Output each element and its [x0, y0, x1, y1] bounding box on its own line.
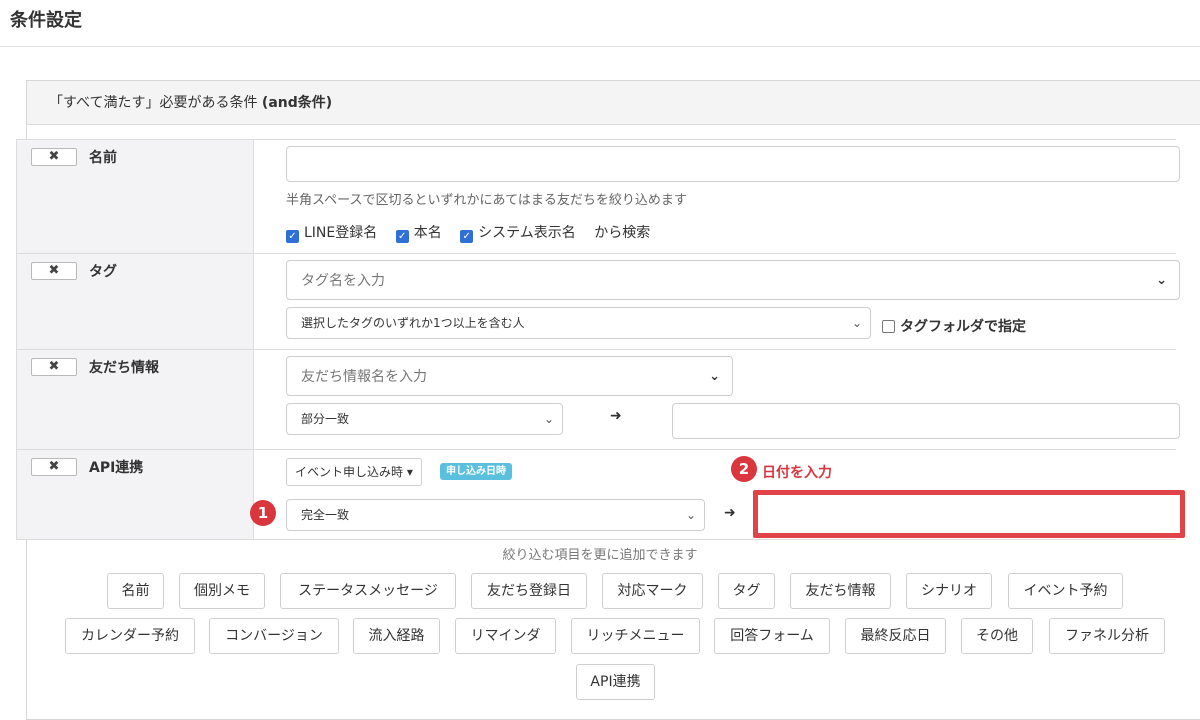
add-chip-last-reaction[interactable]: 最終反応日: [845, 618, 946, 654]
friend-info-match-select[interactable]: 部分一致 ⌄: [286, 403, 563, 435]
remove-tag-button[interactable]: ✖: [31, 262, 77, 280]
chevron-down-icon: ⌄: [709, 369, 720, 384]
add-chip-mark[interactable]: 対応マーク: [602, 573, 703, 609]
add-chip-other[interactable]: その他: [961, 618, 1033, 654]
tag-folder-checkbox[interactable]: タグフォルダで指定: [882, 316, 1026, 336]
add-chip-source[interactable]: 流入経路: [353, 618, 440, 654]
add-chip-calendar[interactable]: カレンダー予約: [65, 618, 195, 654]
chevron-down-icon: ⌄: [1156, 273, 1167, 288]
add-chip-form[interactable]: 回答フォーム: [714, 618, 830, 654]
api-match-select[interactable]: 完全一致 ⌄: [286, 499, 705, 531]
checkbox-icon: [882, 320, 895, 333]
chevron-down-icon: ⌄: [543, 412, 554, 426]
remove-name-button[interactable]: ✖: [31, 148, 77, 166]
chevron-down-icon: ⌄: [851, 316, 862, 330]
friend-info-input[interactable]: 友だち情報名を入力 ⌄: [286, 356, 733, 396]
check-icon: ✓: [286, 230, 299, 243]
check-icon: ✓: [460, 230, 474, 243]
page-title: 条件設定: [10, 10, 82, 31]
row-label-tag: タグ: [89, 264, 117, 280]
row-label-cell: ✖ タグ: [16, 254, 254, 349]
condition-row-tag: ✖ タグ タグ名を入力 ⌄ 選択したタグのいずれか1つ以上を含む人 ⌄ タグフォ…: [16, 254, 1180, 350]
panel-header-bold: (and条件): [261, 95, 333, 111]
name-search-options: ✓ LINE登録名 ✓ 本名 ✓ システム表示名 から検索: [286, 222, 650, 243]
date-input-highlighted[interactable]: [753, 490, 1185, 538]
name-help-text: 半角スペースで区切るといずれかにあてはまる友だちを絞り込めます: [286, 193, 687, 208]
remove-api-button[interactable]: ✖: [31, 458, 77, 476]
checkbox-label: LINE登録名: [304, 225, 378, 241]
tag-input[interactable]: タグ名を入力 ⌄: [286, 260, 1180, 300]
row-label-cell: ✖ API連携: [16, 450, 254, 539]
arrow-right-icon: ➜: [610, 408, 622, 424]
applied-date-badge: 申し込み日時: [440, 463, 512, 480]
event-trigger-button[interactable]: イベント申し込み時 ▾: [286, 458, 422, 486]
checkbox-label: システム表示名: [478, 225, 576, 241]
add-chip-friend-info[interactable]: 友だち情報: [790, 573, 891, 609]
check-icon: ✓: [395, 230, 409, 243]
friend-info-placeholder: 友だち情報名を入力: [301, 369, 427, 385]
add-chip-conversion[interactable]: コンバージョン: [209, 618, 339, 654]
condition-row-friend-info: ✖ 友だち情報 友だち情報名を入力 ⌄ 部分一致 ⌄ ➜: [16, 350, 1180, 450]
row-label-cell: ✖ 友だち情報: [16, 350, 254, 449]
remove-friend-info-button[interactable]: ✖: [31, 358, 77, 376]
add-chip-reminder[interactable]: リマインダ: [455, 618, 556, 654]
tag-match-select[interactable]: 選択したタグのいずれか1つ以上を含む人 ⌄: [286, 307, 871, 339]
chevron-down-icon: ⌄: [685, 508, 696, 522]
friend-info-value-input[interactable]: [672, 403, 1180, 439]
step-2-instruction: 日付を入力: [762, 465, 832, 481]
add-chip-funnel[interactable]: ファネル分析: [1049, 618, 1165, 654]
add-more-hint: 絞り込む項目を更に追加できます: [502, 548, 698, 563]
name-input[interactable]: [286, 146, 1180, 182]
add-chip-tag[interactable]: タグ: [718, 573, 775, 609]
row-label-api: API連携: [89, 460, 144, 476]
step-marker-1: 1: [250, 500, 276, 526]
row-label-name: 名前: [89, 150, 117, 166]
arrow-right-icon: ➜: [724, 505, 736, 521]
api-match-value: 完全一致: [301, 508, 350, 522]
add-chip-friend-date[interactable]: 友だち登録日: [471, 573, 587, 609]
step-marker-2: 2: [731, 456, 757, 482]
checks-suffix: から検索: [594, 225, 651, 241]
tag-match-value: 選択したタグのいずれか1つ以上を含む人: [301, 316, 525, 330]
tag-input-placeholder: タグ名を入力: [301, 273, 385, 289]
add-chip-memo[interactable]: 個別メモ: [179, 573, 265, 609]
checkbox-system-name[interactable]: ✓ システム表示名: [460, 225, 576, 243]
add-chip-api[interactable]: API連携: [576, 664, 655, 700]
panel-header: 「すべて満たす」必要がある条件 (and条件): [27, 81, 1200, 125]
checkbox-label: 本名: [413, 225, 442, 241]
add-chip-name[interactable]: 名前: [107, 573, 164, 609]
row-label-friend-info: 友だち情報: [89, 360, 159, 376]
checkbox-line-name[interactable]: ✓ LINE登録名: [286, 225, 378, 243]
add-chip-scenario[interactable]: シナリオ: [906, 573, 992, 609]
panel-header-text: 「すべて満たす」必要がある条件: [49, 95, 262, 111]
title-divider: [0, 46, 1200, 47]
friend-info-match-value: 部分一致: [301, 412, 350, 426]
checkbox-real-name[interactable]: ✓ 本名: [395, 225, 442, 243]
tag-folder-label: タグフォルダで指定: [900, 319, 1026, 335]
add-chip-rich-menu[interactable]: リッチメニュー: [571, 618, 700, 654]
row-label-cell: ✖ 名前: [16, 140, 254, 253]
add-chip-event[interactable]: イベント予約: [1008, 573, 1123, 609]
condition-row-name: ✖ 名前 半角スペースで区切るといずれかにあてはまる友だちを絞り込めます ✓ LI…: [16, 140, 1180, 254]
add-chip-status-message[interactable]: ステータスメッセージ: [280, 573, 456, 609]
